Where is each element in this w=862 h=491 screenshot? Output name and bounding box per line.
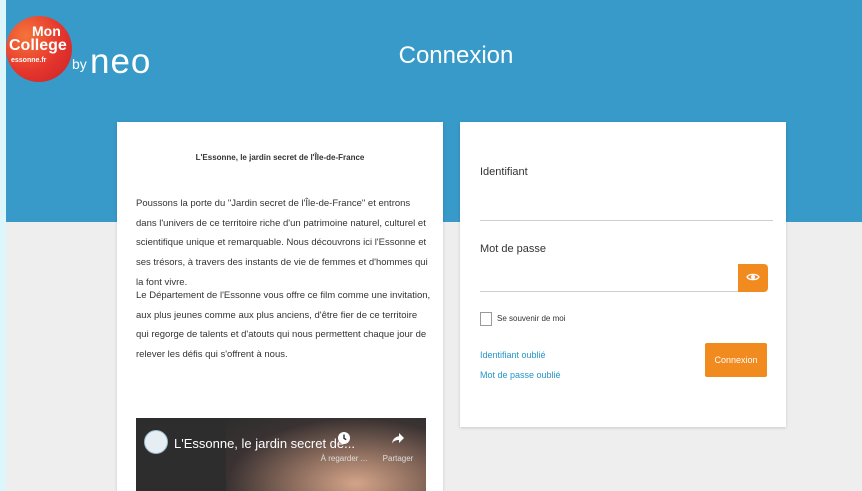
login-button[interactable]: Connexion [705,343,767,377]
forgot-password-link[interactable]: Mot de passe oublié [480,370,561,380]
password-input[interactable] [480,291,738,292]
video-embed[interactable]: L'Essonne, le jardin secret de... À rega… [136,418,426,491]
logo-text-essonne: essonne.fr [11,57,47,64]
password-label: Mot de passe [480,243,547,255]
clock-icon [319,431,369,448]
share-button[interactable]: Partager [373,431,423,463]
eye-icon [746,269,760,287]
logo-text-college: College [9,37,67,54]
logo-badge: Mon College essonne.fr [6,16,72,82]
login-card: Identifiant Mot de passe Se souvenir de … [460,122,786,427]
page-frame: Mon College essonne.fr by neo Connexion … [6,0,862,491]
share-label: Partager [382,454,414,463]
info-card: L'Essonne, le jardin secret de l'Île-de-… [117,122,443,491]
logo-neo: neo [90,42,152,81]
logo-by: by [72,56,87,72]
info-paragraph-2: Le Département de l'Essonne vous offre c… [136,290,431,361]
show-password-button[interactable] [738,264,768,292]
info-paragraph-1: Poussons la porte du "Jardin secret de l… [136,198,428,288]
watch-later-button[interactable]: À regarder ... [319,431,369,463]
watch-later-label: À regarder ... [320,454,368,463]
info-title: L'Essonne, le jardin secret de l'Île-de-… [195,153,365,162]
logo-text-mon: Mon [32,23,61,39]
identifier-input[interactable] [480,220,773,221]
page-title: Connexion [398,42,514,69]
remember-me-label[interactable]: Se souvenir de moi [497,314,565,323]
logo: Mon College essonne.fr by neo [6,16,176,82]
remember-me-checkbox[interactable] [480,312,492,326]
share-icon [373,431,423,448]
channel-logo[interactable] [144,430,168,454]
identifier-label: Identifiant [480,166,528,178]
forgot-identifier-link[interactable]: Identifiant oublié [480,350,546,360]
